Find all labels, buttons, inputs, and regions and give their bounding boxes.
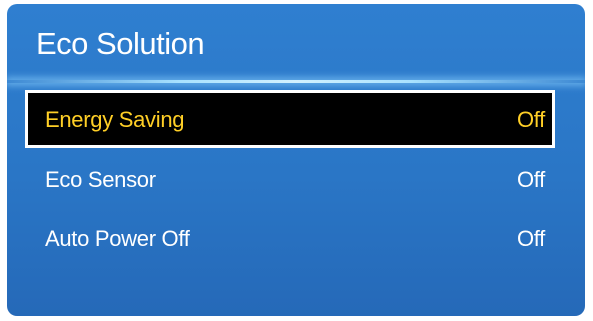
menu-item-value: Off (516, 226, 545, 251)
eco-solution-menu-panel: Eco Solution Energy Saving Off Eco Senso… (7, 4, 585, 316)
menu-item-eco-sensor[interactable]: Eco Sensor Off (28, 153, 552, 205)
menu-title: Eco Solution (36, 26, 205, 61)
menu-item-label: Energy Saving (45, 107, 185, 132)
menu-item-label: Eco Sensor (45, 167, 156, 192)
menu-item-energy-saving[interactable]: Energy Saving Off (28, 93, 552, 145)
menu-item-value: Off (516, 167, 545, 192)
menu-item-value: Off (516, 107, 545, 132)
menu-item-label: Auto Power Off (45, 226, 190, 251)
menu-item-auto-power-off[interactable]: Auto Power Off Off (28, 212, 552, 264)
title-divider (7, 80, 585, 83)
